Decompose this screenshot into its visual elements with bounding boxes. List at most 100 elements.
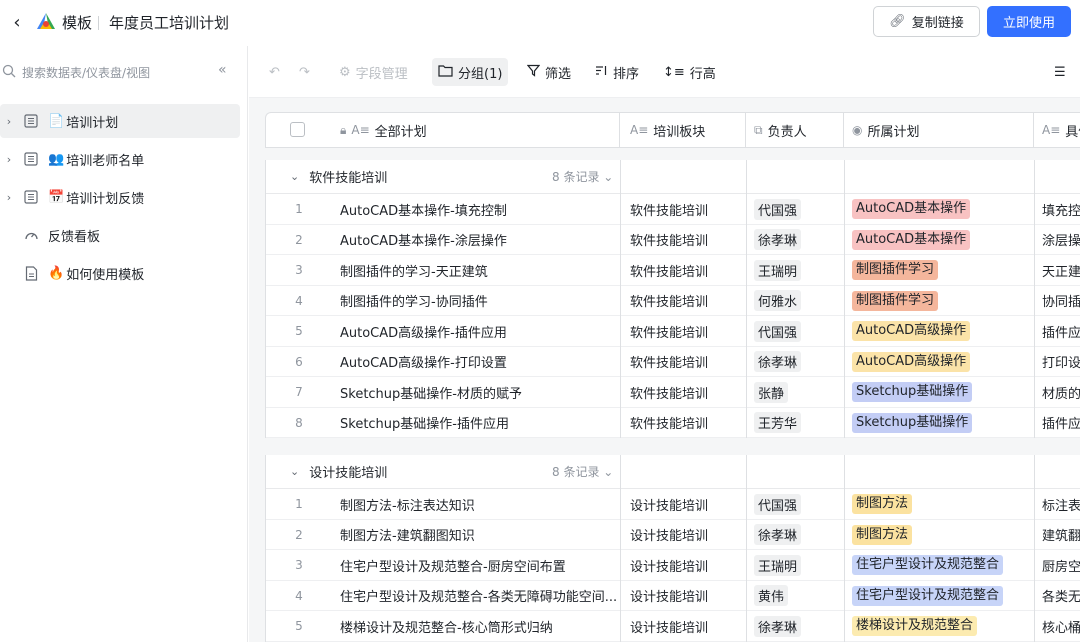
cell-plan[interactable]: AutoCAD基本操作 — [852, 194, 1042, 224]
cell-owner[interactable]: 代国强 — [754, 194, 844, 224]
cell-detail[interactable]: 建筑翻 — [1042, 520, 1080, 550]
cell-plan-name[interactable]: AutoCAD高级操作-打印设置 — [340, 347, 620, 377]
cell-plan-name[interactable]: 楼梯设计及规范整合-核心筒形式归纳 — [340, 611, 620, 641]
cell-plan[interactable]: 制图插件学习 — [852, 255, 1042, 285]
table-row[interactable]: 2 制图方法-建筑翻图知识 设计技能培训 徐孝琳 制图方法 建筑翻 — [266, 520, 1080, 550]
cell-module[interactable]: 软件技能培训 — [630, 377, 746, 407]
cell-owner[interactable]: 王芳华 — [754, 408, 844, 438]
cell-plan-name[interactable]: AutoCAD基本操作-填充控制 — [340, 194, 620, 224]
group-header[interactable]: ⌄ 软件技能培训 8 条记录 ⌄ — [266, 160, 1080, 194]
group-record-count[interactable]: 8 条记录 ⌄ — [552, 168, 613, 185]
cell-module[interactable]: 设计技能培训 — [630, 581, 746, 611]
cell-module[interactable]: 软件技能培训 — [630, 255, 746, 285]
cell-module[interactable]: 软件技能培训 — [630, 408, 746, 438]
cell-plan-name[interactable]: Sketchup基础操作-插件应用 — [340, 408, 620, 438]
group-record-count[interactable]: 8 条记录 ⌄ — [552, 463, 613, 480]
column-header-all-plans[interactable]: 🔒︎ A≡ 全部计划 — [340, 113, 620, 147]
sidebar-item-training-plan[interactable]: › 📄 培训计划 — [0, 104, 240, 138]
table-row[interactable]: 1 AutoCAD基本操作-填充控制 软件技能培训 代国强 AutoCAD基本操作 填充控 — [266, 194, 1080, 225]
cell-plan[interactable]: 住宅户型设计及规范整合 — [852, 581, 1042, 611]
cell-plan-name[interactable]: Sketchup基础操作-材质的赋予 — [340, 377, 620, 407]
cell-owner[interactable]: 何雅水 — [754, 286, 844, 316]
sidebar-search[interactable]: 搜索数据表/仪表盘/视图 — [0, 62, 240, 82]
cell-module[interactable]: 软件技能培训 — [630, 194, 746, 224]
cell-plan[interactable]: 住宅户型设计及规范整合 — [852, 550, 1042, 580]
cell-module[interactable]: 软件技能培训 — [630, 347, 746, 377]
collapse-sidebar-icon[interactable]: « — [218, 62, 227, 78]
cell-plan-name[interactable]: 制图插件的学习-协同插件 — [340, 286, 620, 316]
cell-plan-name[interactable]: 住宅户型设计及规范整合-厨房空间布置 — [340, 550, 620, 580]
use-now-button[interactable]: 立即使用 — [987, 6, 1071, 37]
cell-plan[interactable]: 制图方法 — [852, 520, 1042, 550]
table-row[interactable]: 1 制图方法-标注表达知识 设计技能培训 代国强 制图方法 标注表 — [266, 489, 1080, 520]
cell-detail[interactable]: 插件应 — [1042, 408, 1080, 438]
cell-plan-name[interactable]: AutoCAD高级操作-插件应用 — [340, 316, 620, 346]
redo-icon[interactable]: ↷ — [293, 58, 316, 86]
sort-button[interactable]: 排序 — [589, 58, 645, 86]
cell-detail[interactable]: 填充控 — [1042, 194, 1080, 224]
cell-module[interactable]: 软件技能培训 — [630, 286, 746, 316]
table-row[interactable]: 3 住宅户型设计及规范整合-厨房空间布置 设计技能培训 王瑞明 住宅户型设计及规范整合 厨… — [266, 550, 1080, 581]
table-row[interactable]: 5 楼梯设计及规范整合-核心筒形式归纳 设计技能培训 徐孝琳 楼梯设计及规范整合 核心桶 — [266, 611, 1080, 642]
cell-owner[interactable]: 张静 — [754, 377, 844, 407]
column-header-owner[interactable]: ⧉ 负责人 — [746, 113, 844, 147]
cell-detail[interactable]: 天正建 — [1042, 255, 1080, 285]
table-row[interactable]: 3 制图插件的学习-天正建筑 软件技能培训 王瑞明 制图插件学习 天正建 — [266, 255, 1080, 286]
table-row[interactable]: 7 Sketchup基础操作-材质的赋予 软件技能培训 张静 Sketchup基础操作 材… — [266, 377, 1080, 408]
cell-owner[interactable]: 徐孝琳 — [754, 225, 844, 255]
table-row[interactable]: 5 AutoCAD高级操作-插件应用 软件技能培训 代国强 AutoCAD高级操作 插件应 — [266, 316, 1080, 347]
cell-detail[interactable]: 各类无 — [1042, 581, 1080, 611]
column-header-plan[interactable]: ◉ 所属计划 — [844, 113, 1034, 147]
table-row[interactable]: 4 制图插件的学习-协同插件 软件技能培训 何雅水 制图插件学习 协同插 — [266, 286, 1080, 316]
cell-plan-name[interactable]: AutoCAD基本操作-涂层操作 — [340, 225, 620, 255]
sidebar-item-how-to-use[interactable]: 🔥 如何使用模板 — [0, 256, 240, 290]
group-header[interactable]: ⌄ 设计技能培训 8 条记录 ⌄ — [266, 455, 1080, 489]
cell-owner[interactable]: 徐孝琳 — [754, 520, 844, 550]
cell-detail[interactable]: 核心桶 — [1042, 611, 1080, 641]
cell-plan-name[interactable]: 制图插件的学习-天正建筑 — [340, 255, 620, 285]
cell-plan[interactable]: Sketchup基础操作 — [852, 408, 1042, 438]
cell-detail[interactable]: 插件应 — [1042, 316, 1080, 346]
column-header-module[interactable]: A≡ 培训板块 — [620, 113, 746, 147]
cell-plan-name[interactable]: 住宅户型设计及规范整合-各类无障碍功能空间... — [340, 581, 620, 611]
table-row[interactable]: 8 Sketchup基础操作-插件应用 软件技能培训 王芳华 Sketchup基础操作 插… — [266, 408, 1080, 438]
row-height-button[interactable]: ↕︎≡ 行高 — [657, 58, 722, 86]
cell-plan[interactable]: AutoCAD基本操作 — [852, 225, 1042, 255]
cell-plan[interactable]: Sketchup基础操作 — [852, 377, 1042, 407]
select-all-checkbox[interactable] — [290, 122, 305, 137]
cell-owner[interactable]: 黄伟 — [754, 581, 844, 611]
cell-module[interactable]: 设计技能培训 — [630, 611, 746, 641]
view-settings-icon[interactable]: ☰ — [1048, 58, 1072, 86]
cell-detail[interactable]: 厨房空 — [1042, 550, 1080, 580]
group-button[interactable]: 分组(1) — [432, 58, 509, 86]
cell-owner[interactable]: 代国强 — [754, 489, 844, 519]
cell-module[interactable]: 设计技能培训 — [630, 489, 746, 519]
cell-plan[interactable]: 制图插件学习 — [852, 286, 1042, 316]
undo-icon[interactable]: ↶ — [263, 58, 286, 86]
cell-detail[interactable]: 涂层操 — [1042, 225, 1080, 255]
cell-plan[interactable]: 楼梯设计及规范整合 — [852, 611, 1042, 641]
expand-arrow-icon[interactable]: › — [0, 191, 18, 204]
cell-plan-name[interactable]: 制图方法-建筑翻图知识 — [340, 520, 620, 550]
cell-plan[interactable]: AutoCAD高级操作 — [852, 347, 1042, 377]
field-manage-button[interactable]: ⚙ 字段管理 — [333, 58, 414, 86]
cell-owner[interactable]: 徐孝琳 — [754, 347, 844, 377]
expand-arrow-icon[interactable]: › — [0, 153, 18, 166]
sidebar-item-feedback[interactable]: › 📅 培训计划反馈 — [0, 180, 240, 214]
cell-module[interactable]: 软件技能培训 — [630, 225, 746, 255]
back-chevron-icon[interactable]: ‹ — [8, 11, 26, 33]
cell-module[interactable]: 软件技能培训 — [630, 316, 746, 346]
cell-detail[interactable]: 打印设 — [1042, 347, 1080, 377]
cell-detail[interactable]: 标注表 — [1042, 489, 1080, 519]
cell-plan[interactable]: 制图方法 — [852, 489, 1042, 519]
chevron-down-icon[interactable]: ⌄ — [290, 170, 299, 183]
column-header-detail[interactable]: A≡ 具体 — [1034, 113, 1080, 147]
cell-detail[interactable]: 材质的 — [1042, 377, 1080, 407]
cell-module[interactable]: 设计技能培训 — [630, 520, 746, 550]
cell-plan[interactable]: AutoCAD高级操作 — [852, 316, 1042, 346]
sidebar-item-teachers[interactable]: › 👥 培训老师名单 — [0, 142, 240, 176]
cell-owner[interactable]: 代国强 — [754, 316, 844, 346]
cell-owner[interactable]: 王瑞明 — [754, 255, 844, 285]
chevron-down-icon[interactable]: ⌄ — [290, 465, 299, 478]
expand-arrow-icon[interactable]: › — [0, 115, 18, 128]
